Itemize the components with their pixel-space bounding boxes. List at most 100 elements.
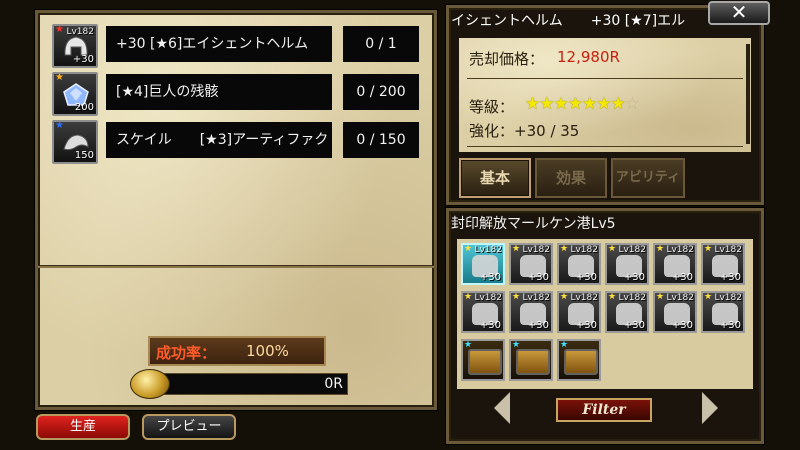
inventory-slot[interactable]: ★ Lv182 +30 <box>557 291 601 333</box>
material-row[interactable]: ★ 200 [★4]巨人の残骸 0 / 200 <box>52 72 422 116</box>
grade-label: 等級： <box>469 98 515 116</box>
tab-ability[interactable]: アビリティ <box>611 158 685 198</box>
material-name: [★4]巨人の残骸 <box>106 74 332 110</box>
inventory-slot[interactable]: ★ Lv182 +30 <box>701 243 745 285</box>
star-icon: ★ <box>560 244 569 254</box>
preview-button[interactable]: プレビュー <box>142 414 236 440</box>
item-enhance: +30 <box>719 320 741 331</box>
inventory-slot[interactable]: ★ Lv182 +30 <box>653 243 697 285</box>
star-icon: ★ <box>608 292 617 302</box>
grade-star-icon: ★ <box>596 94 611 114</box>
item-count: 200 <box>74 102 94 113</box>
scale-icon[interactable]: ★ 150 <box>52 120 98 164</box>
item-level: Lv182 <box>522 245 550 255</box>
success-rate-value: 100% <box>246 342 289 360</box>
grade-star-icon: ★ <box>610 94 626 114</box>
item-level: Lv182 <box>714 293 742 303</box>
item-enhance: +30 <box>479 320 501 331</box>
divider <box>467 78 743 79</box>
inventory-slot[interactable]: ★ Lv182 +30 <box>461 291 505 333</box>
success-rate-label: 成功率： <box>156 344 217 362</box>
star-icon: ★ <box>55 120 64 131</box>
helmet-icon[interactable]: ★ Lv182 +30 <box>52 24 98 68</box>
inventory-slot[interactable]: ★ Lv182 +30 <box>509 291 553 333</box>
item-level: Lv182 <box>522 293 550 303</box>
prev-page-arrow-icon[interactable] <box>494 392 510 424</box>
treasure-chest-icon <box>516 349 550 375</box>
chest-slot[interactable]: ★ <box>509 339 553 381</box>
detail-scrollbar[interactable] <box>746 44 750 144</box>
item-level: Lv182 <box>618 245 646 255</box>
inventory-slot[interactable]: ★ Lv182 +30 <box>461 243 505 285</box>
chest-slot[interactable]: ★ <box>461 339 505 381</box>
crafting-panel: 成功率： 100% 0R <box>35 10 437 410</box>
star-icon: ★ <box>55 24 64 35</box>
price-label: 売却価格： <box>469 50 545 68</box>
star-icon: ★ <box>608 244 617 254</box>
item-level: Lv182 <box>570 245 598 255</box>
item-detail-panel: イシェントヘルム +30 [★7]エル 売却価格： 12,980R 等級： ★★… <box>446 5 764 205</box>
inventory-slot[interactable]: ★ Lv182 +30 <box>701 291 745 333</box>
cost-value: 0R <box>324 376 343 392</box>
enhance-label-text: 強化： <box>469 122 515 140</box>
item-count: 150 <box>74 150 94 161</box>
inventory-slot[interactable]: ★ Lv182 +30 <box>653 291 697 333</box>
item-level: Lv182 <box>666 293 694 303</box>
item-enhance: +30 <box>575 320 597 331</box>
star-icon: ★ <box>512 292 521 302</box>
item-level: Lv182 <box>474 293 502 303</box>
inventory-slot[interactable]: ★ Lv182 +30 <box>605 291 649 333</box>
crystal-icon[interactable]: ★ 200 <box>52 72 98 116</box>
inventory-slot[interactable]: ★ Lv182 +30 <box>509 243 553 285</box>
inventory-slot[interactable]: ★ Lv182 +30 <box>605 243 649 285</box>
star-icon: ★ <box>704 244 713 254</box>
item-count: +30 <box>72 54 94 65</box>
detail-content: 売却価格： 12,980R 等級： ★★★★★★★☆ 強化：+30 / 35 <box>459 38 751 152</box>
star-icon: ★ <box>560 292 569 302</box>
star-icon: ★ <box>464 244 473 254</box>
divider <box>467 146 743 147</box>
item-enhance: +30 <box>719 272 741 283</box>
treasure-chest-icon <box>468 349 502 375</box>
item-enhance: +30 <box>479 272 501 283</box>
star-icon: ★ <box>512 244 521 254</box>
material-qty: 0 / 150 <box>343 122 419 158</box>
grade-star-icon: ★ <box>539 94 554 114</box>
star-icon: ★ <box>704 292 713 302</box>
grade-stars: ★★★★★★★☆ <box>525 94 640 114</box>
item-level: Lv182 <box>618 293 646 303</box>
grade-star-icon: ★ <box>567 94 583 114</box>
material-row[interactable]: ★ Lv182 +30 +30 [★6]エイシェントヘルム 0 / 1 <box>52 24 422 68</box>
item-enhance: +30 <box>671 320 693 331</box>
item-enhance: +30 <box>671 272 693 283</box>
item-level: Lv182 <box>474 245 502 255</box>
tab-effect[interactable]: 効果 <box>535 158 607 198</box>
material-name: +30 [★6]エイシェントヘルム <box>106 26 332 62</box>
material-name: スケイル [★3]アーティファクト <box>106 122 332 158</box>
close-button[interactable]: ✕ <box>708 1 770 25</box>
enhance-label: 強化：+30 / 35 <box>469 120 579 141</box>
item-enhance: +30 <box>575 272 597 283</box>
inventory-slot[interactable]: ★ Lv182 +30 <box>557 243 601 285</box>
item-enhance: +30 <box>623 272 645 283</box>
chest-slot[interactable]: ★ <box>557 339 601 381</box>
material-qty: 0 / 1 <box>343 26 419 62</box>
item-title: イシェントヘルム +30 [★7]エル <box>451 13 686 29</box>
material-row[interactable]: ★ 150 スケイル [★3]アーティファクト 0 / 150 <box>52 120 422 164</box>
item-enhance: +30 <box>527 320 549 331</box>
treasure-chest-icon <box>564 349 598 375</box>
item-level: Lv182 <box>570 293 598 303</box>
item-level: Lv182 <box>714 245 742 255</box>
next-page-arrow-icon[interactable] <box>702 392 718 424</box>
filter-button[interactable]: Filter <box>556 398 652 422</box>
inventory-title: 封印解放マールケン港Lv5 <box>451 216 616 232</box>
star-icon: ★ <box>464 292 473 302</box>
divider <box>38 265 434 268</box>
coin-icon <box>130 369 170 399</box>
grade-star-icon: ★ <box>553 94 569 114</box>
item-level: Lv182 <box>666 245 694 255</box>
produce-button[interactable]: 生産 <box>36 414 130 440</box>
tab-basic[interactable]: 基本 <box>459 158 531 198</box>
success-rate-box: 成功率： 100% <box>148 336 326 366</box>
material-qty: 0 / 200 <box>343 74 419 110</box>
